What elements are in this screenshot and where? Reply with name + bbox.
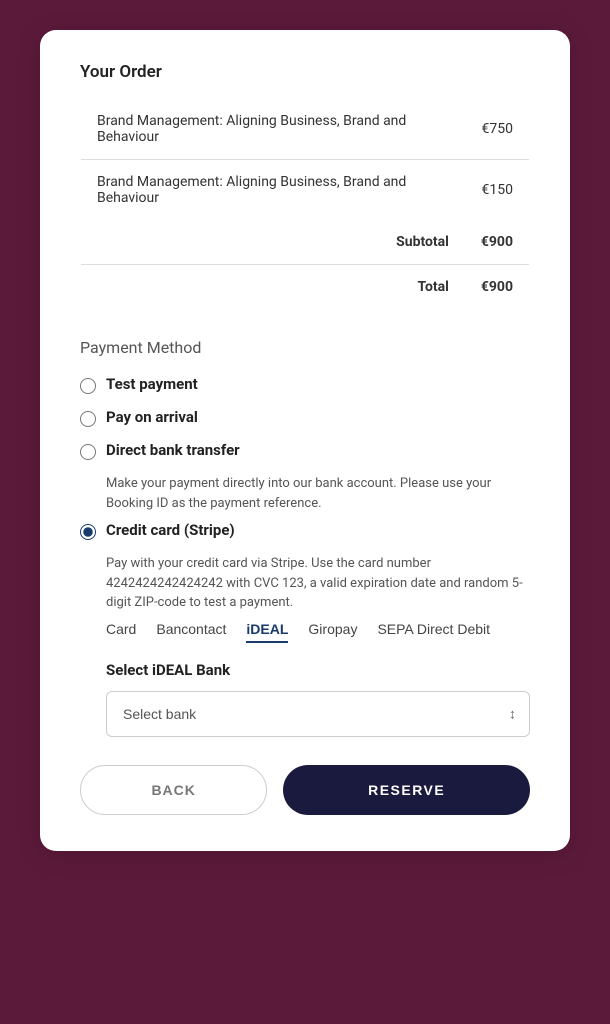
subtotal-value: €900: [465, 220, 530, 265]
main-card: Your Order Brand Management: Aligning Bu…: [40, 30, 570, 851]
ideal-section: Select iDEAL Bank Select bankABN AMROASN …: [106, 661, 530, 737]
stripe-tab-sepa[interactable]: SEPA Direct Debit: [377, 621, 490, 643]
label-arrival[interactable]: Pay on arrival: [106, 408, 198, 426]
order-item-price: €750: [465, 99, 530, 160]
button-row: BACK RESERVE: [80, 765, 530, 815]
order-title: Your Order: [80, 62, 530, 82]
description-credit_card: Pay with your credit card via Stripe. Us…: [106, 554, 530, 613]
total-label: Total: [81, 265, 465, 310]
stripe-tab-giropay[interactable]: Giropay: [308, 621, 357, 643]
stripe-tab-bancontact[interactable]: Bancontact: [156, 621, 226, 643]
payment-radio-row-credit_card[interactable]: Credit card (Stripe): [80, 521, 530, 540]
total-value: €900: [465, 265, 530, 310]
description-bank_transfer: Make your payment directly into our bank…: [106, 474, 530, 513]
order-item-row: Brand Management: Aligning Business, Bra…: [81, 160, 530, 221]
order-item-name: Brand Management: Aligning Business, Bra…: [81, 160, 465, 221]
radio-bank_transfer[interactable]: [80, 444, 96, 460]
payment-option-test: Test payment: [80, 375, 530, 394]
bank-select-wrapper: Select bankABN AMROASN BankBunqINGKnabRa…: [106, 691, 530, 737]
ideal-section-title: Select iDEAL Bank: [106, 661, 530, 679]
radio-credit_card[interactable]: [80, 524, 96, 540]
payment-options: Test payment Pay on arrival Direct bank tr…: [80, 375, 530, 737]
order-item-price: €150: [465, 160, 530, 221]
payment-method-title: Payment Method: [80, 338, 530, 357]
bank-select[interactable]: Select bankABN AMROASN BankBunqINGKnabRa…: [106, 691, 530, 737]
stripe-tab-ideal[interactable]: iDEAL: [246, 621, 288, 643]
stripe-tab-card[interactable]: Card: [106, 621, 136, 643]
payment-option-credit_card: Credit card (Stripe) Pay with your credit…: [80, 521, 530, 737]
payment-radio-row-arrival[interactable]: Pay on arrival: [80, 408, 530, 427]
payment-radio-row-test[interactable]: Test payment: [80, 375, 530, 394]
stripe-tabs: Card Bancontact iDEAL Giropay SEPA Direct De…: [106, 621, 530, 643]
total-row: Total €900: [81, 265, 530, 310]
radio-test[interactable]: [80, 378, 96, 394]
subtotal-label: Subtotal: [81, 220, 465, 265]
payment-radio-row-bank_transfer[interactable]: Direct bank transfer: [80, 441, 530, 460]
payment-option-arrival: Pay on arrival: [80, 408, 530, 427]
back-button[interactable]: BACK: [80, 765, 267, 815]
label-bank_transfer[interactable]: Direct bank transfer: [106, 441, 240, 459]
label-credit_card[interactable]: Credit card (Stripe): [106, 521, 235, 539]
label-test[interactable]: Test payment: [106, 375, 198, 393]
subtotal-row: Subtotal €900: [81, 220, 530, 265]
order-item-row: Brand Management: Aligning Business, Bra…: [81, 99, 530, 160]
radio-arrival[interactable]: [80, 411, 96, 427]
reserve-button[interactable]: RESERVE: [283, 765, 530, 815]
order-table: Brand Management: Aligning Business, Bra…: [80, 98, 530, 310]
order-item-name: Brand Management: Aligning Business, Bra…: [81, 99, 465, 160]
payment-option-bank_transfer: Direct bank transfer Make your payment di…: [80, 441, 530, 513]
